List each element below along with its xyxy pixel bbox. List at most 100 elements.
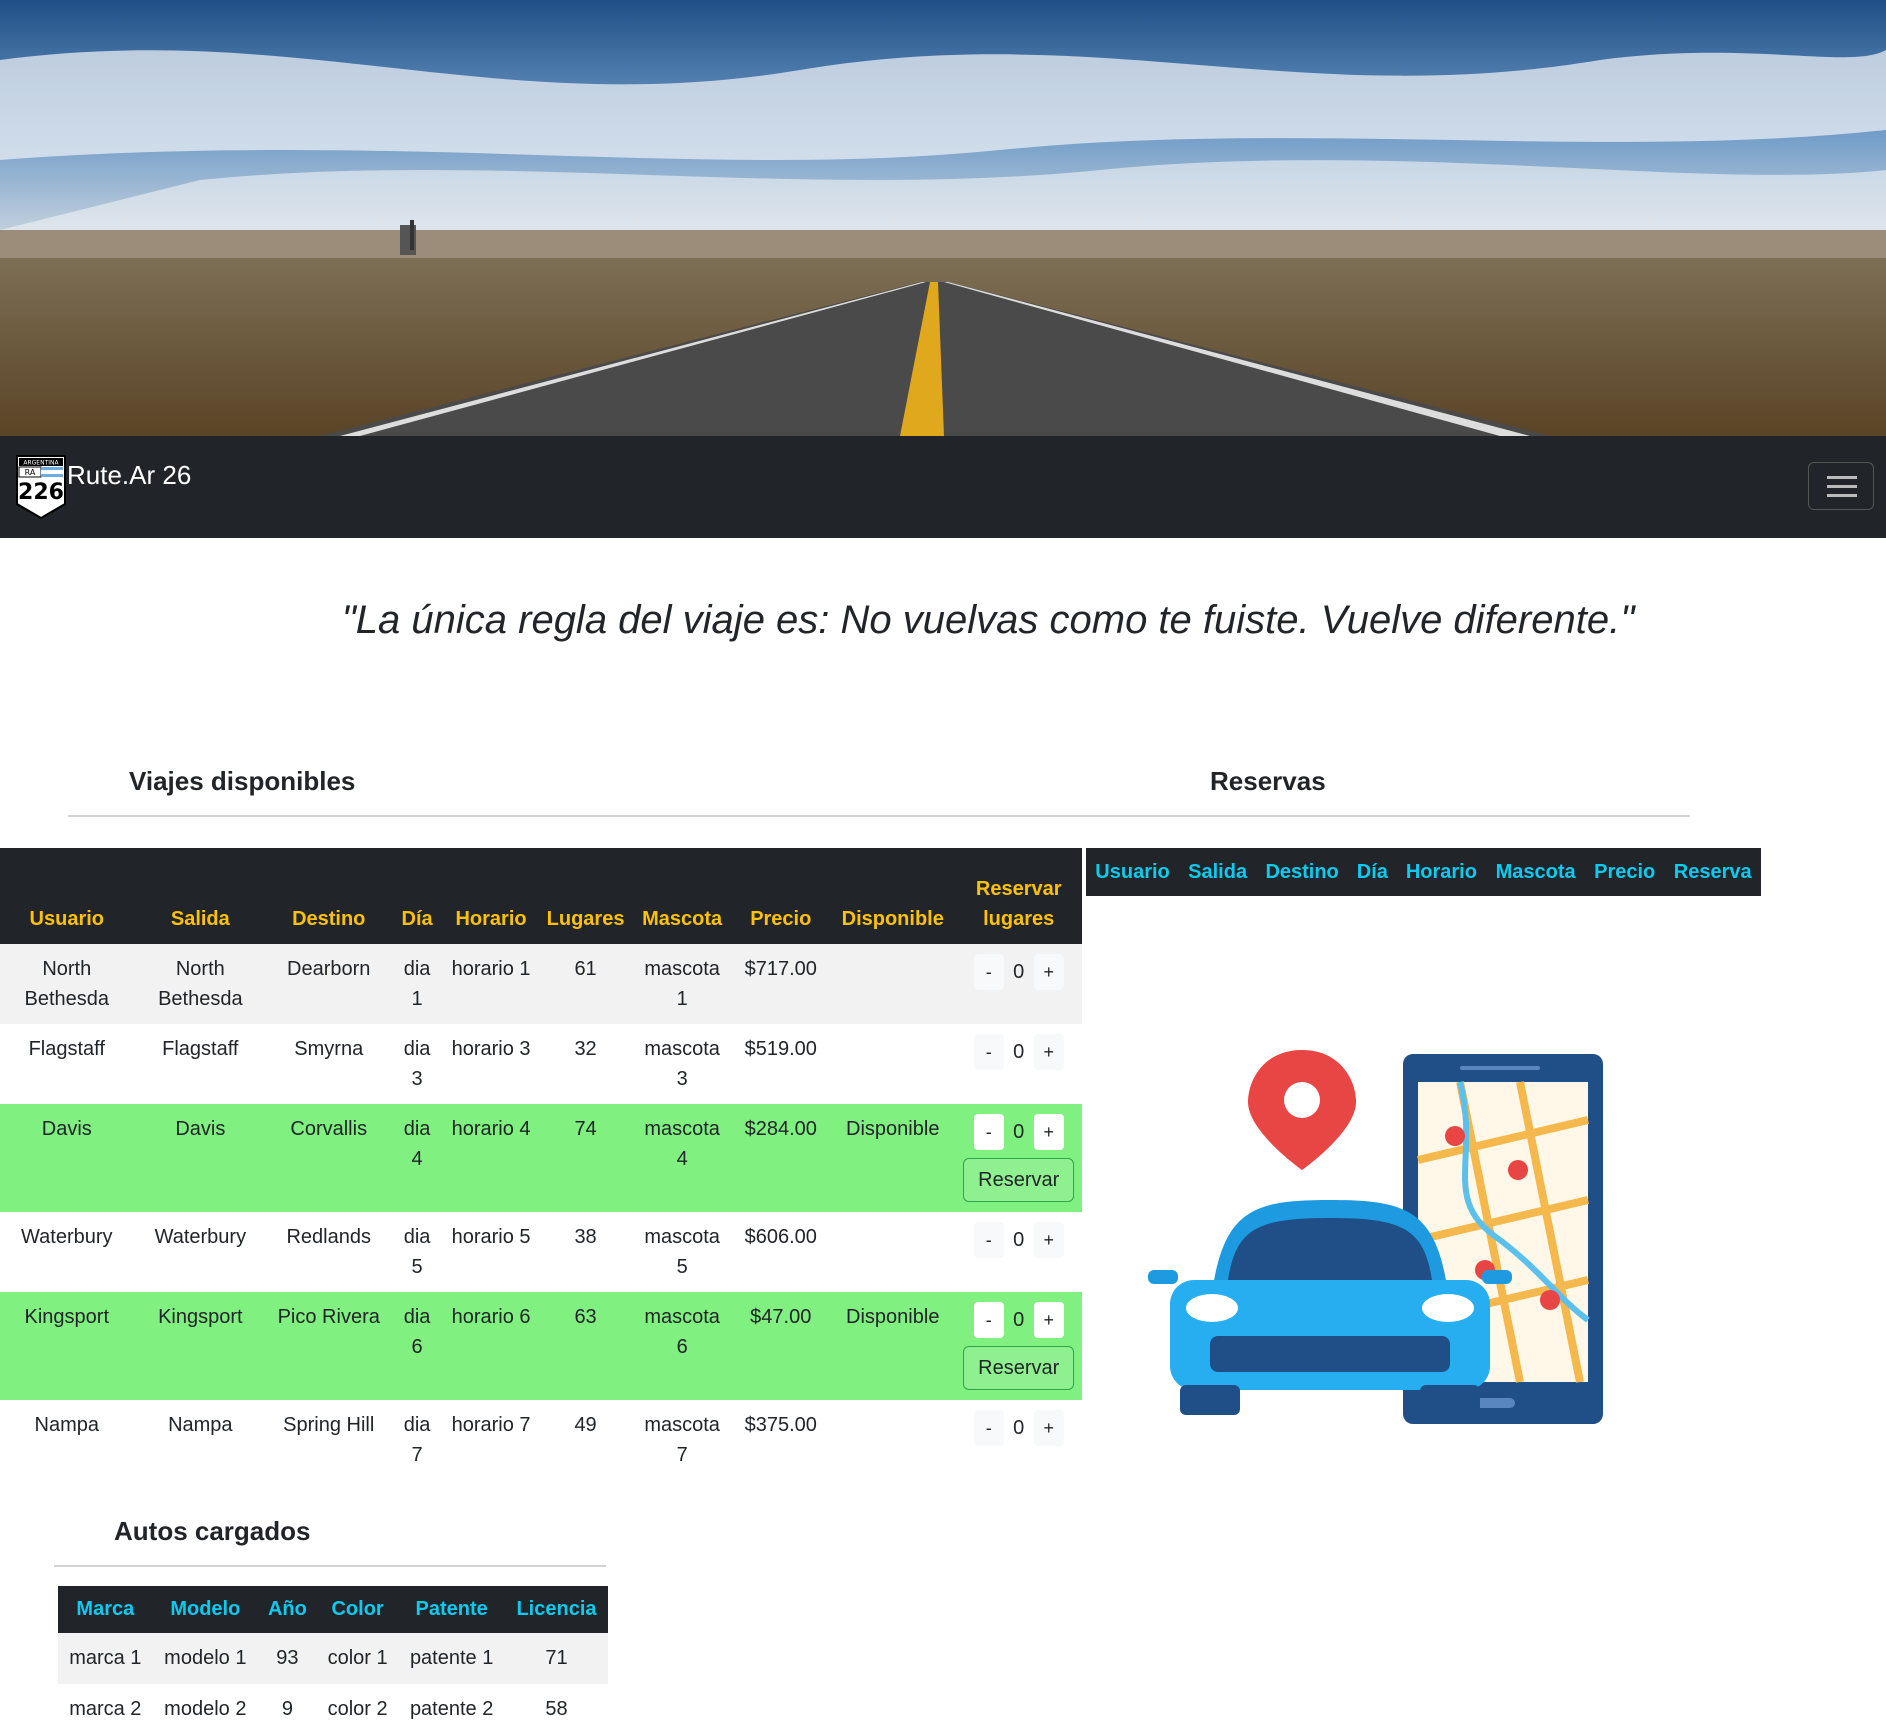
col-mascota: Mascota: [1495, 860, 1576, 883]
cell-destino: Spring Hill: [283, 1414, 375, 1436]
col-horario: Horario: [1405, 860, 1477, 883]
navbar-toggler-button[interactable]: [1808, 462, 1874, 510]
cell-disponible: [830, 1212, 955, 1292]
broken-user-image: Flagstaff: [28, 1038, 105, 1060]
autos-divider: [54, 1565, 606, 1567]
cell-mascota: mascota 6: [644, 1306, 720, 1358]
decrement-button[interactable]: -: [973, 1034, 1004, 1070]
reservar-button[interactable]: Reservar: [963, 1346, 1075, 1390]
viaje-row: Davis Davis Corvallis dia 4 horario 4 74 masco…: [0, 1104, 1082, 1212]
cell-horario: horario 4: [451, 1118, 531, 1140]
autos-table: Marca Modelo Año Color Patente Licencia …: [58, 1586, 608, 1735]
col-dia: Día: [401, 908, 433, 930]
decrement-button[interactable]: -: [973, 954, 1004, 990]
broken-user-image: North Bethesda: [24, 958, 110, 1010]
col-lugares: Lugares: [546, 908, 625, 930]
cell-salida: Davis: [175, 1118, 226, 1140]
cell-disponible: Disponible: [846, 1306, 940, 1328]
cell-lugares: 32: [574, 1038, 597, 1060]
cell-lugares: 74: [574, 1118, 597, 1140]
hero-banner-image: [0, 0, 1886, 436]
decrement-button[interactable]: -: [973, 1410, 1004, 1446]
cell-mascota: mascota 1: [644, 958, 720, 1010]
col-licencia: Licencia: [516, 1598, 597, 1620]
seats-count: 0: [1013, 1309, 1025, 1331]
increment-button[interactable]: +: [1033, 954, 1064, 990]
increment-button[interactable]: +: [1033, 1410, 1064, 1446]
cell-licencia: 71: [545, 1647, 568, 1669]
cell-reservar-lugares: -0 + Reservar: [955, 1292, 1082, 1400]
cell-patente: patente 1: [409, 1647, 494, 1669]
autos-header-row: Marca Modelo Año Color Patente Licencia: [58, 1586, 608, 1633]
cell-mascota: mascota 4: [644, 1118, 720, 1170]
brand-name[interactable]: Rute.Ar 26: [67, 460, 191, 491]
cell-salida: Nampa: [168, 1414, 233, 1436]
navbar: ARGENTINA RA 226 Rute.Ar 26: [0, 436, 1886, 538]
cell-mascota: mascota 7: [644, 1414, 720, 1466]
viaje-row: Nampa Nampa Spring Hill dia 7 horario 7 49 mas…: [0, 1400, 1082, 1480]
viaje-row: Kingsport Kingsport Pico Rivera dia 6 horari…: [0, 1292, 1082, 1400]
cell-reservar-lugares: -0 +: [955, 1400, 1082, 1480]
increment-button[interactable]: +: [1033, 1302, 1064, 1338]
broken-user-image: Kingsport: [24, 1306, 110, 1328]
cell-destino: Corvallis: [290, 1118, 368, 1140]
decrement-button[interactable]: -: [973, 1114, 1004, 1150]
seats-stepper: -0 +: [973, 1410, 1064, 1446]
col-destino: Destino: [1265, 860, 1339, 883]
cell-mascota: mascota 5: [644, 1226, 720, 1278]
increment-button[interactable]: +: [1033, 1114, 1064, 1150]
car-map-illustration: [1140, 1040, 1620, 1440]
cell-destino: Smyrna: [294, 1038, 364, 1060]
decrement-button[interactable]: -: [973, 1222, 1004, 1258]
cell-horario: horario 3: [451, 1038, 531, 1060]
cell-dia: dia 6: [403, 1306, 431, 1358]
cell-precio: $606.00: [744, 1226, 817, 1248]
route-sign-logo[interactable]: ARGENTINA RA 226: [15, 454, 67, 520]
cell-dia: dia 5: [403, 1226, 431, 1278]
travel-quote: "La única regla del viaje es: No vuelvas…: [341, 598, 1635, 642]
col-salida: Salida: [170, 908, 230, 930]
cell-horario: horario 1: [451, 958, 531, 980]
viajes-title: Viajes disponibles: [129, 766, 356, 796]
cell-dia: dia 7: [403, 1414, 431, 1466]
seats-stepper: -0 +: [973, 1114, 1064, 1150]
cell-destino: Redlands: [286, 1226, 371, 1248]
svg-text:226: 226: [18, 480, 64, 505]
seats-stepper: -0 +: [973, 954, 1064, 990]
cell-salida: North Bethesda: [158, 958, 243, 1010]
menu-icon-bar: [1827, 485, 1857, 488]
cell-salida: Kingsport: [158, 1306, 243, 1328]
col-destino: Destino: [292, 908, 366, 930]
decrement-button[interactable]: -: [973, 1302, 1004, 1338]
col-dia: Día: [1356, 860, 1388, 883]
seats-count: 0: [1013, 961, 1025, 983]
col-mascota: Mascota: [642, 908, 723, 930]
broken-user-image: Nampa: [34, 1414, 100, 1436]
auto-row: marca 1 modelo 1 93 color 1 patente 1 71: [58, 1633, 608, 1684]
cell-precio: $47.00: [750, 1306, 812, 1328]
viaje-row: North Bethesda North Bethesda Dearborn dia …: [0, 944, 1082, 1024]
cell-lugares: 61: [574, 958, 597, 980]
col-modelo: Modelo: [170, 1598, 241, 1620]
seats-count: 0: [1013, 1229, 1025, 1251]
cell-disponible: Disponible: [846, 1118, 940, 1140]
col-anio: Año: [267, 1598, 307, 1620]
increment-button[interactable]: +: [1033, 1034, 1064, 1070]
reservas-header-row: Usuario Salida Destino Día Horario Masco…: [1086, 848, 1761, 896]
autos-title: Autos cargados: [114, 1516, 311, 1546]
section-divider: [68, 815, 1690, 817]
col-usuario: Usuario: [29, 908, 104, 930]
cell-precio: $375.00: [744, 1414, 817, 1436]
cell-reservar-lugares: -0 +: [955, 944, 1082, 1024]
seats-count: 0: [1013, 1121, 1025, 1143]
cell-precio: $519.00: [744, 1038, 817, 1060]
col-patente: Patente: [415, 1598, 488, 1620]
reservar-button[interactable]: Reservar: [963, 1158, 1075, 1202]
increment-button[interactable]: +: [1033, 1222, 1064, 1258]
cell-destino: Pico Rivera: [277, 1306, 380, 1328]
col-marca: Marca: [76, 1598, 135, 1620]
menu-icon-bar: [1827, 494, 1857, 497]
seats-stepper: -0 +: [973, 1034, 1064, 1070]
viajes-header-row: Usuario Salida Destino Día Horario Lugar…: [0, 848, 1082, 944]
cell-dia: dia 4: [403, 1118, 431, 1170]
